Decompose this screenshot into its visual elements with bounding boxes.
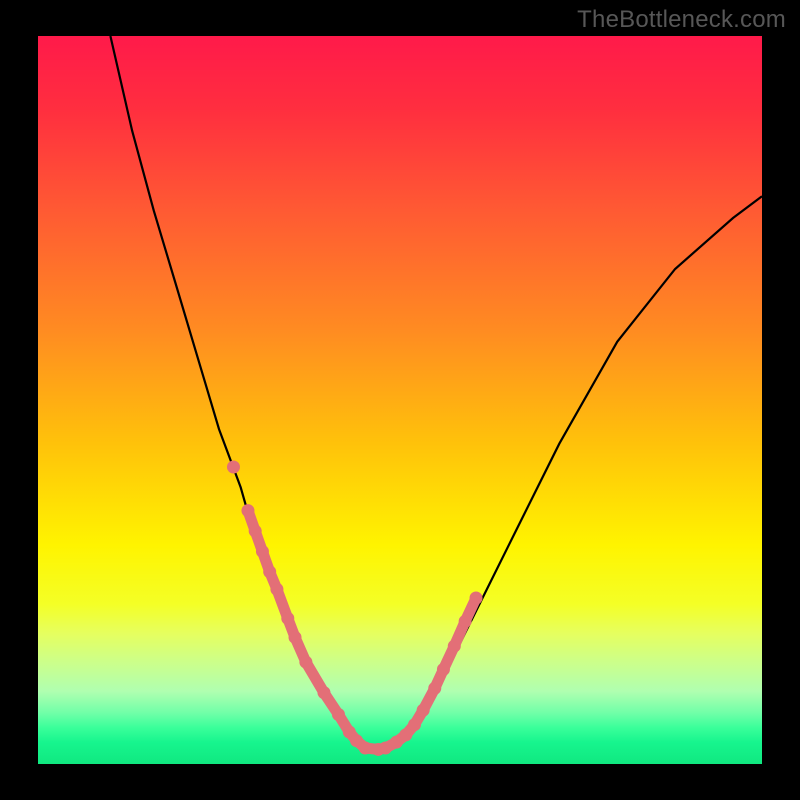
attribution-text: TheBottleneck.com bbox=[577, 6, 786, 34]
curve-path bbox=[110, 36, 762, 749]
marker-dot bbox=[227, 460, 240, 473]
marker-group bbox=[227, 460, 483, 755]
plot-area bbox=[38, 36, 762, 764]
bottleneck-curve-svg bbox=[38, 36, 762, 764]
marker-dot bbox=[470, 592, 483, 605]
chart-frame: TheBottleneck.com bbox=[0, 0, 800, 800]
